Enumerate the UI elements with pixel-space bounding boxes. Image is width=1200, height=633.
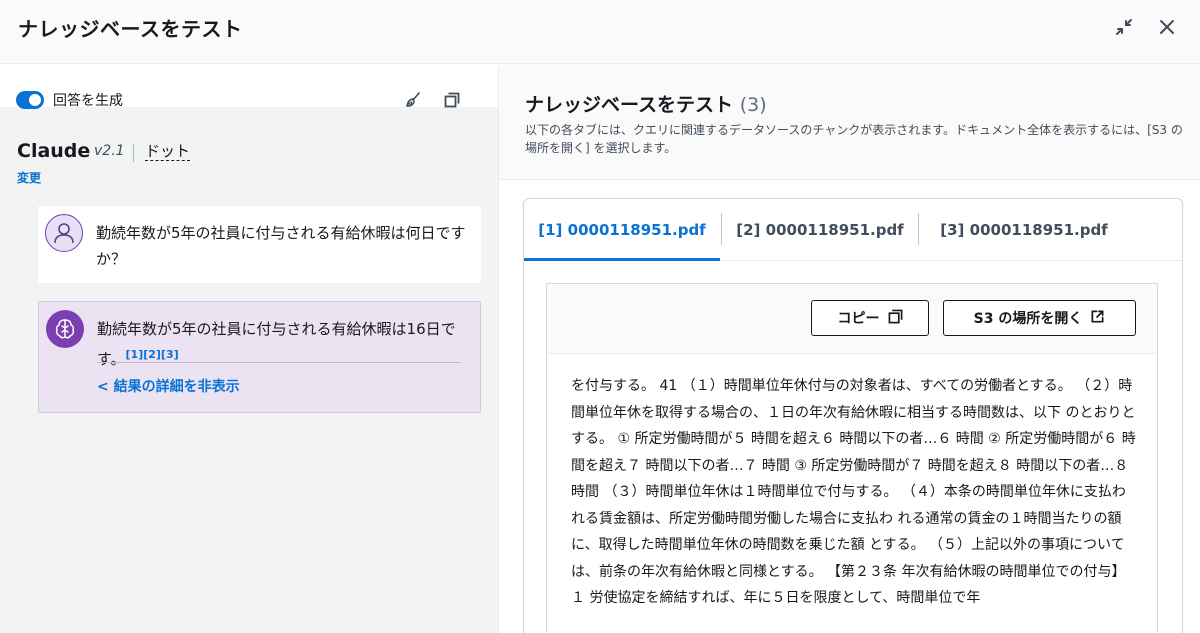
sources-title: ナレッジベースをテスト (3) — [525, 94, 767, 116]
tab-source-1[interactable]: [1] 0000118951.pdf — [524, 199, 720, 261]
generate-answer-toggle[interactable] — [16, 91, 44, 109]
modal-header: ナレッジベースをテスト — [0, 0, 1200, 64]
change-model-link[interactable]: 変更 — [17, 169, 41, 186]
citation-links[interactable]: [1][2][3] — [126, 348, 179, 361]
copy-button[interactable]: コピー — [811, 300, 929, 336]
source-chunk-panel: コピー S3 の場所を開く を付与する。 41 （１）時間単位年休付与の対象者は… — [546, 283, 1158, 633]
copy-icon[interactable] — [442, 90, 462, 110]
sources-count: (3) — [739, 94, 767, 116]
external-link-icon — [1090, 309, 1105, 328]
model-version: v2.1 — [94, 143, 125, 159]
source-chunk-text: を付与する。 41 （１）時間単位年休付与の対象者は、すべての労働者とする。 （… — [571, 378, 1136, 606]
model-variant: ドット — [145, 142, 191, 161]
user-message: 勤続年数が5年の社員に付与される有給休暇は何日ですか？ — [38, 206, 481, 283]
close-icon[interactable] — [1156, 16, 1178, 38]
modal-title: ナレッジベースをテスト — [18, 17, 243, 41]
ai-brain-icon — [46, 310, 84, 348]
open-s3-button[interactable]: S3 の場所を開く — [943, 300, 1136, 336]
assistant-message: 勤続年数が5年の社員に付与される有給休暇は16日です。[1][2][3] < 結… — [38, 301, 481, 413]
tab-source-2[interactable]: [2] 0000118951.pdf — [722, 199, 918, 261]
sources-description: 以下の各タブには、クエリに関連するデータソースのチャンクが表示されます。ドキュメ… — [525, 123, 1183, 155]
clear-brush-icon[interactable] — [403, 90, 423, 110]
user-message-text: 勤続年数が5年の社員に付与される有給休暇は何日ですか？ — [96, 224, 466, 268]
model-name: Claude — [17, 140, 91, 162]
generate-answer-label: 回答を生成 — [53, 93, 123, 109]
hide-details-link[interactable]: < 結果の詳細を非表示 — [97, 376, 240, 396]
tab-source-3[interactable]: [3] 0000118951.pdf — [919, 199, 1129, 261]
minimize-icon[interactable] — [1113, 16, 1135, 38]
source-tabs: [1] 0000118951.pdf [2] 0000118951.pdf [3… — [523, 198, 1183, 633]
user-avatar-icon — [45, 214, 83, 252]
sources-pane: ナレッジベースをテスト (3) 以下の各タブには、クエリに関連するデータソースの… — [498, 65, 1200, 633]
copy-icon — [888, 309, 903, 328]
chat-pane: 回答を生成 Claude v2.1 ドット 変更 勤続年数が5年の社員に付与され… — [0, 65, 498, 633]
